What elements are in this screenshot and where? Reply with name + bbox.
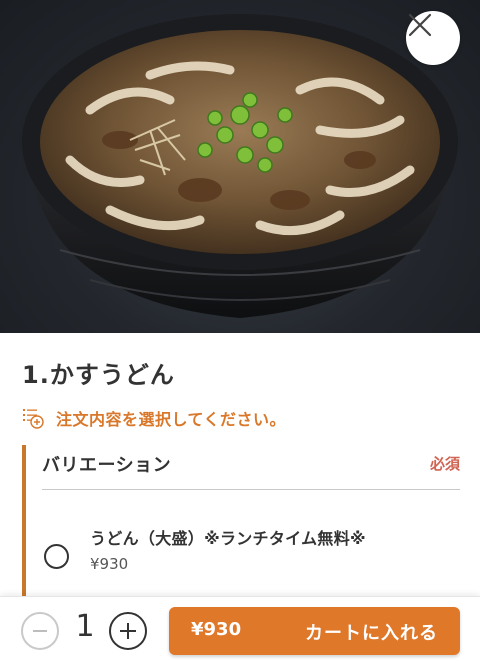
close-icon xyxy=(408,13,432,37)
variation-divider xyxy=(42,489,460,490)
selection-prompt: 注文内容を選択してください。 xyxy=(22,406,286,430)
item-title: 1.かすうどん xyxy=(22,361,175,389)
variation-title: バリエーション xyxy=(42,455,172,476)
order-bar: 1 ¥930 カートに入れる xyxy=(0,596,480,663)
quantity-increase-button[interactable] xyxy=(109,612,147,650)
option-price: ¥930 xyxy=(90,555,129,573)
required-badge: 必須 xyxy=(429,455,460,473)
plus-icon xyxy=(120,623,136,639)
quantity-value: 1 xyxy=(75,609,95,644)
quantity-decrease-button[interactable] xyxy=(21,612,59,650)
cart-price: ¥930 xyxy=(191,619,242,640)
item-detail: 1.かすうどん 注文内容を選択してください。 バリエーション 必須 うどん（大盛… xyxy=(0,333,480,597)
option-radio[interactable] xyxy=(44,544,69,569)
item-photo xyxy=(0,0,480,333)
list-add-icon xyxy=(23,409,44,429)
selection-prompt-text: 注文内容を選択してください。 xyxy=(56,410,287,429)
close-button[interactable] xyxy=(406,11,460,65)
minus-icon xyxy=(33,630,47,632)
variation-option[interactable]: うどん（大盛）※ランチタイム無料※ ¥930 xyxy=(42,517,460,577)
add-to-cart-button[interactable]: ¥930 カートに入れる xyxy=(169,607,460,655)
option-label: うどん（大盛）※ランチタイム無料※ xyxy=(90,529,366,548)
variation-section: バリエーション 必須 うどん（大盛）※ランチタイム無料※ ¥930 xyxy=(22,445,460,597)
cart-label: カートに入れる xyxy=(305,623,438,644)
